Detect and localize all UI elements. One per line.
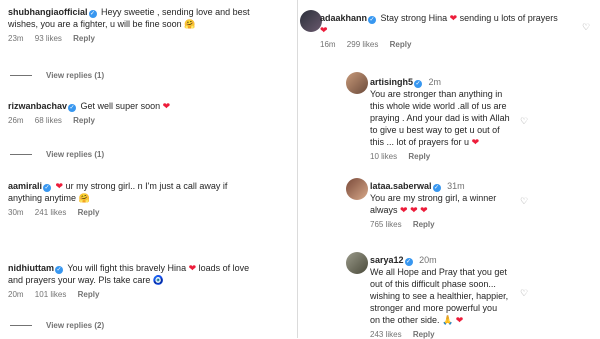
- divider-line: [10, 154, 32, 156]
- hug-emoji-icon: 🤗: [184, 19, 196, 29]
- comment-likes[interactable]: 299 likes: [347, 40, 379, 49]
- comment-username[interactable]: aamirali: [8, 181, 42, 191]
- comment-likes[interactable]: 765 likes: [370, 220, 402, 229]
- comment-item: lataa.saberwal ✓ 31m You are my strong gi…: [370, 180, 580, 229]
- comment-username[interactable]: lataa.saberwal: [370, 181, 432, 191]
- comment-text: We all Hope and Pray that you get: [370, 267, 507, 277]
- comment-text: Get well super soon: [80, 101, 161, 111]
- comment-time[interactable]: 20m: [419, 255, 437, 265]
- heart-emoji-icon: ❤: [55, 181, 64, 191]
- reply-button[interactable]: Reply: [413, 220, 435, 229]
- comment-text: to give u best way to get u out of: [370, 125, 500, 135]
- comment-text: anything anytime: [8, 193, 77, 203]
- comment-item: artisingh5 ✓ 2m You are stronger than any…: [370, 76, 580, 161]
- verified-badge-icon: ✓: [68, 104, 77, 112]
- view-replies-button[interactable]: View replies (2): [10, 321, 104, 330]
- view-replies-label: View replies (1): [46, 150, 105, 159]
- reply-button[interactable]: Reply: [390, 40, 412, 49]
- pray-heart-emoji-icon: 🙏 ❤: [442, 315, 464, 325]
- comment-text: praying . And your dad is with Allah: [370, 113, 510, 123]
- comment-likes[interactable]: 10 likes: [370, 152, 397, 161]
- comment-text: on the other side.: [370, 315, 440, 325]
- comment-text: this whole wide world .all of us are: [370, 101, 507, 111]
- comment-likes[interactable]: 68 likes: [35, 116, 62, 125]
- comment-item: rizwanbachav ✓ Get well super soon ❤ 26m …: [8, 100, 288, 125]
- comment-username[interactable]: shubhangiaofficial: [8, 7, 88, 17]
- heart-emoji-icon: ❤: [320, 25, 328, 35]
- verified-badge-icon: ✓: [88, 10, 97, 18]
- hug-emoji-icon: 🤗: [78, 193, 90, 203]
- comment-text: sending u lots of prayers: [459, 13, 558, 23]
- verified-badge-icon: ✓: [55, 266, 63, 274]
- reply-button[interactable]: Reply: [73, 34, 95, 43]
- comment-text: and prayers your way. Pls take care: [8, 275, 151, 285]
- comment-username[interactable]: nidhiuttam: [8, 263, 54, 273]
- heart-outline-icon[interactable]: ♡: [582, 23, 590, 32]
- right-comments-panel: adaakhann ✓ Stay strong Hina ❤ sending u …: [298, 0, 600, 339]
- comment-time[interactable]: 26m: [8, 116, 24, 125]
- avatar[interactable]: [300, 10, 322, 32]
- heart-outline-icon[interactable]: ♡: [520, 289, 528, 298]
- comment-time[interactable]: 2m: [429, 77, 442, 87]
- comment-text: wishing to see a healthier, happier,: [370, 291, 509, 301]
- divider-line: [10, 325, 32, 327]
- nazar-emoji-icon: 🧿: [152, 275, 165, 285]
- view-replies-label: View replies (2): [46, 321, 105, 330]
- comment-item: adaakhann ✓ Stay strong Hina ❤ sending u …: [320, 12, 590, 49]
- comment-text: You are stronger than anything in: [370, 89, 503, 99]
- reply-button[interactable]: Reply: [73, 116, 95, 125]
- verified-badge-icon: ✓: [414, 80, 423, 88]
- comment-text: stronger and more powerful you: [370, 303, 498, 313]
- avatar[interactable]: [346, 252, 368, 274]
- comment-text: You will fight this bravely Hina: [67, 263, 187, 273]
- divider-line: [10, 75, 32, 77]
- comment-time[interactable]: 23m: [8, 34, 24, 43]
- comment-text: Heyy sweetie , sending love and best: [101, 7, 250, 17]
- comment-text: You are my strong girl, a winner: [370, 193, 497, 203]
- comment-item: aamirali ✓ ❤ ur my strong girl.. n I'm ju…: [8, 180, 290, 217]
- comment-text: loads of love: [198, 263, 250, 273]
- comment-text: always: [370, 205, 398, 215]
- heart-outline-icon[interactable]: ♡: [520, 197, 528, 206]
- comment-username[interactable]: adaakhann: [320, 13, 367, 23]
- comment-username[interactable]: rizwanbachav: [8, 101, 67, 111]
- heart-emoji-icon: ❤: [449, 13, 458, 23]
- comment-likes[interactable]: 93 likes: [35, 34, 62, 43]
- comment-text: Stay strong Hina: [380, 13, 448, 23]
- view-replies-button[interactable]: View replies (1): [10, 71, 104, 80]
- reply-button[interactable]: Reply: [408, 152, 430, 161]
- comment-likes[interactable]: 101 likes: [35, 290, 67, 299]
- comment-time[interactable]: 30m: [8, 208, 24, 217]
- comment-item: nidhiuttam ✓ You will fight this bravely …: [8, 262, 290, 299]
- verified-badge-icon: ✓: [368, 16, 377, 24]
- verified-badge-icon: ✓: [432, 184, 441, 192]
- comment-time[interactable]: 31m: [447, 181, 465, 191]
- avatar[interactable]: [346, 72, 368, 94]
- view-replies-label: View replies (1): [46, 71, 105, 80]
- comment-text: out of this difficult phase soon...: [370, 279, 496, 289]
- verified-badge-icon: ✓: [404, 258, 413, 266]
- comment-item: sarya12 ✓ 20m We all Hope and Pray that y…: [370, 254, 580, 339]
- reply-button[interactable]: Reply: [78, 290, 100, 299]
- comment-username[interactable]: sarya12: [370, 255, 404, 265]
- avatar[interactable]: [346, 178, 368, 200]
- comment-text: ur my strong girl.. n I'm just a call aw…: [65, 181, 228, 191]
- comment-item: shubhangiaofficial ✓ Heyy sweetie , sendi…: [8, 6, 288, 43]
- heart-emoji-icon: ❤: [188, 263, 197, 273]
- reply-button[interactable]: Reply: [78, 208, 100, 217]
- heart-outline-icon[interactable]: ♡: [520, 117, 528, 126]
- comment-time[interactable]: 20m: [8, 290, 24, 299]
- verified-badge-icon: ✓: [43, 184, 52, 192]
- heart-emoji-icon: ❤: [471, 137, 480, 147]
- heart-emoji-icon: ❤: [162, 101, 171, 111]
- left-comments-panel: shubhangiaofficial ✓ Heyy sweetie , sendi…: [0, 0, 298, 338]
- comment-likes[interactable]: 241 likes: [35, 208, 67, 217]
- comment-time[interactable]: 16m: [320, 40, 336, 49]
- view-replies-button[interactable]: View replies (1): [10, 150, 104, 159]
- comment-text: this ... lot of prayers for u: [370, 137, 470, 147]
- comment-username[interactable]: artisingh5: [370, 77, 413, 87]
- hearts-emoji-icon: ❤ ❤ ❤: [400, 205, 428, 215]
- comment-text: wishes, you are a fighter, u will be fin…: [8, 19, 182, 29]
